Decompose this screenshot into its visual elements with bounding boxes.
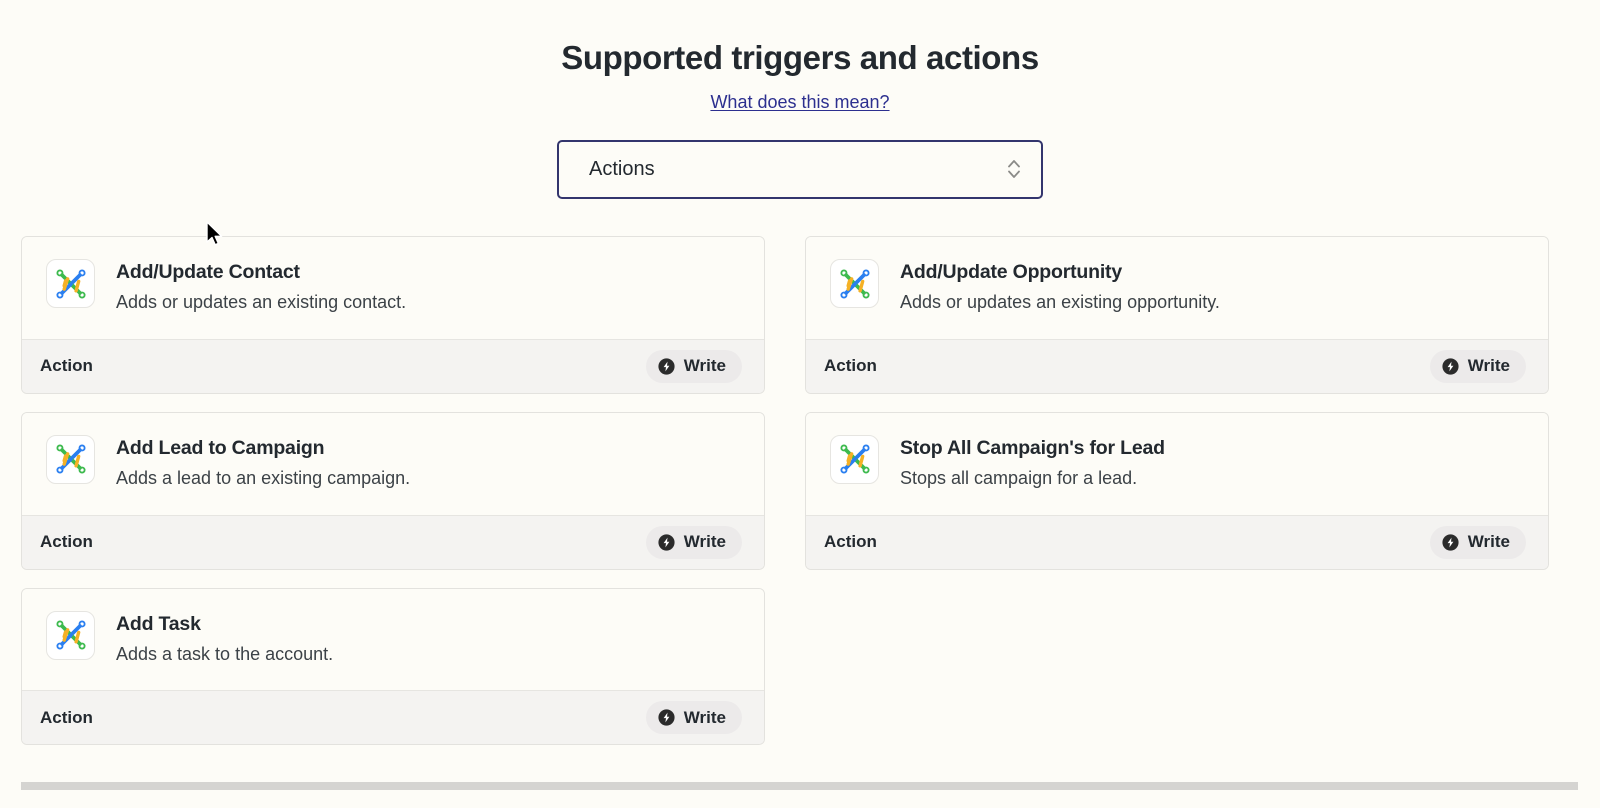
action-card-text: Add/Update Opportunity Adds or updates a…: [900, 259, 1220, 315]
action-card[interactable]: Add/Update Contact Adds or updates an ex…: [21, 236, 765, 394]
action-type-label: Action: [824, 356, 877, 376]
action-type-label: Action: [40, 707, 93, 727]
action-card-text: Add Lead to Campaign Adds a lead to an e…: [116, 435, 410, 491]
action-card[interactable]: Add/Update Opportunity Adds or updates a…: [805, 236, 1549, 394]
page-header: Supported triggers and actions What does…: [0, 0, 1600, 113]
page-title: Supported triggers and actions: [561, 39, 1039, 76]
action-card-footer: Action Write: [22, 514, 764, 569]
action-type-label: Action: [40, 532, 93, 552]
selector-updown-icon: [1005, 155, 1023, 183]
write-badge-label: Write: [1467, 532, 1510, 552]
horizontal-scrollbar-thumb[interactable]: [21, 782, 1578, 790]
write-badge-label: Write: [1467, 356, 1510, 376]
action-card-description: Stops all campaign for a lead.: [900, 468, 1138, 489]
app-pinwheel-icon: [46, 259, 95, 308]
action-card-text: Add Task Adds a task to the account.: [116, 611, 333, 667]
horizontal-scrollbar-track[interactable]: [0, 778, 1600, 794]
write-badge-button[interactable]: Write: [645, 349, 742, 383]
bolt-circle-icon: [1442, 533, 1459, 551]
write-badge-label: Write: [683, 707, 726, 727]
action-type-label: Action: [824, 532, 877, 552]
action-card-body: Add Lead to Campaign Adds a lead to an e…: [22, 412, 764, 515]
action-card-body: Stop All Campaign's for Lead Stops all c…: [806, 412, 1548, 515]
what-does-this-mean-link[interactable]: What does this mean?: [710, 92, 889, 112]
bolt-circle-icon: [658, 358, 675, 375]
write-badge-label: Write: [683, 532, 726, 552]
filter-select-container: Actions: [557, 139, 1043, 199]
app-pinwheel-icon: [46, 610, 95, 660]
action-card-footer: Action Write: [806, 514, 1548, 569]
supported-actions-grid: Add/Update Contact Adds or updates an ex…: [21, 236, 1557, 746]
action-card-title: Add/Update Contact: [116, 261, 300, 283]
action-card-body: Add/Update Opportunity Adds or updates a…: [806, 237, 1548, 339]
page-root: Supported triggers and actions What does…: [0, 0, 1600, 808]
action-type-label: Action: [40, 356, 93, 376]
write-badge-button[interactable]: Write: [1429, 349, 1526, 383]
action-card-text: Stop All Campaign's for Lead Stops all c…: [900, 435, 1165, 491]
bolt-circle-icon: [658, 709, 675, 726]
action-card-footer: Action Write: [22, 690, 764, 745]
action-card-description: Adds a lead to an existing campaign.: [116, 468, 411, 489]
action-card-title: Add Task: [116, 612, 201, 635]
bolt-circle-icon: [658, 533, 675, 551]
help-link-container: What does this mean?: [0, 92, 1600, 113]
action-card-text: Add/Update Contact Adds or updates an ex…: [116, 259, 406, 315]
trigger-action-filter-select[interactable]: Actions: [557, 139, 1043, 199]
write-badge-button[interactable]: Write: [645, 525, 742, 559]
bolt-circle-icon: [1442, 358, 1459, 375]
app-pinwheel-icon: [46, 434, 95, 484]
action-card[interactable]: Add Lead to Campaign Adds a lead to an e…: [21, 411, 765, 570]
write-badge-button[interactable]: Write: [645, 701, 742, 735]
action-card-body: Add Task Adds a task to the account.: [22, 588, 764, 691]
action-card-description: Adds a task to the account.: [116, 643, 334, 664]
write-badge-button[interactable]: Write: [1429, 525, 1526, 559]
action-card-description: Adds or updates an existing contact.: [116, 292, 407, 313]
app-pinwheel-icon: [830, 434, 879, 484]
action-card[interactable]: Add Task Adds a task to the account. Act…: [21, 587, 765, 746]
action-card-footer: Action Write: [22, 338, 764, 393]
action-card-body: Add/Update Contact Adds or updates an ex…: [22, 237, 764, 339]
action-card-title: Add Lead to Campaign: [116, 436, 325, 459]
action-card[interactable]: Stop All Campaign's for Lead Stops all c…: [805, 411, 1549, 570]
write-badge-label: Write: [683, 356, 726, 376]
action-card-title: Stop All Campaign's for Lead: [900, 436, 1165, 459]
action-card-footer: Action Write: [806, 338, 1548, 393]
app-pinwheel-icon: [830, 259, 879, 308]
action-card-title: Add/Update Opportunity: [900, 261, 1122, 283]
filter-select-value: Actions: [589, 157, 655, 180]
action-card-description: Adds or updates an existing opportunity.: [900, 292, 1220, 313]
